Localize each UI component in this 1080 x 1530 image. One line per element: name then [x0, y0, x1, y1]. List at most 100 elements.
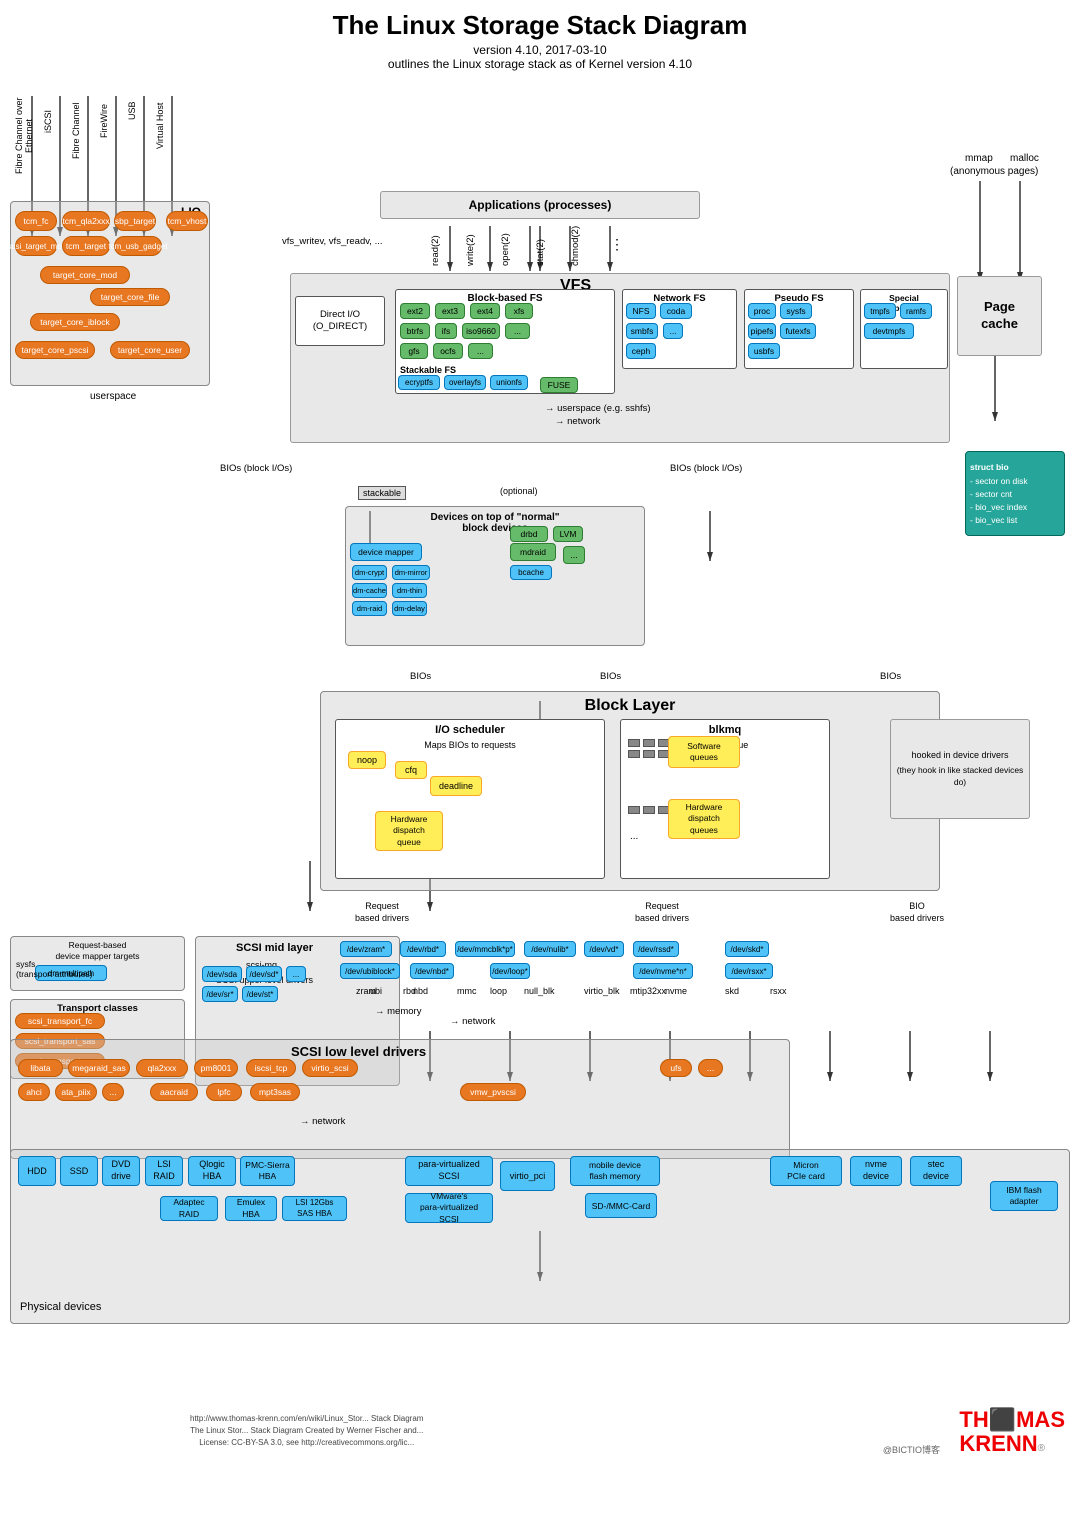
tcm-vhost: tcm_vhost [166, 211, 208, 231]
applications-box: Applications (processes) [380, 191, 700, 219]
tcm-target: tcm_target [62, 236, 110, 256]
subtitle: version 4.10, 2017-03-10 outlines the Li… [10, 43, 1070, 71]
label-write: write(2) [465, 226, 476, 266]
label-memory-arrow: → memory [375, 1006, 421, 1017]
dev-st-star: /dev/st* [242, 986, 278, 1002]
target-core-mod: target_core_mod [40, 266, 130, 284]
label-req-based-right: Requestbased drivers [635, 901, 689, 924]
dev-loop-star: /dev/loop* [490, 963, 530, 979]
label-loop: loop [490, 986, 507, 996]
label-network-scsi: → network [300, 1116, 345, 1127]
label-dots-syscalls: ⋮ [610, 236, 624, 253]
qla2xxx: qla2xxx [136, 1059, 188, 1077]
dev-ubiblock-star: /dev/ubiblock* [340, 963, 400, 979]
mobile-flash-memory: mobile deviceflash memory [570, 1156, 660, 1186]
xfs: xfs [505, 303, 533, 319]
label-fibre-channel: Fibre Channel [71, 81, 91, 181]
gfs: gfs [400, 343, 428, 359]
label-bio-based: BIObased drivers [890, 901, 944, 924]
ata-piix: ata_piix [55, 1083, 97, 1101]
ocfs: ocfs [433, 343, 463, 359]
cfq: cfq [395, 761, 427, 779]
label-mtip32xx: mtip32xx [630, 986, 666, 996]
dots-dm: ... [563, 546, 585, 564]
label-userspace-vfs: → userspace (e.g. sshfs) [545, 403, 651, 414]
ramfs: ramfs [900, 303, 932, 319]
dots-scsi: ... [286, 966, 306, 982]
label-virtual-host: Virtual Host [155, 81, 175, 171]
dvd-drive: DVDdrive [102, 1156, 140, 1186]
dev-zram-star: /dev/zram* [340, 941, 392, 957]
para-virt-scsi: para-virtualizedSCSI [405, 1156, 493, 1186]
label-skd: skd [725, 986, 739, 996]
target-core-iblock: target_core_iblock [30, 313, 120, 331]
dots2-fs: ... [468, 343, 493, 359]
hdd: HDD [18, 1156, 56, 1186]
hw-dispatch-queues: Hardwaredispatchqueues [668, 799, 740, 839]
label-vfs-writev: vfs_writev, vfs_readv, ... [282, 236, 382, 247]
device-mapper: device mapper [350, 543, 422, 561]
aacraid: aacraid [150, 1083, 198, 1101]
req-device-mapper-box: Request-baseddevice mapper targets [10, 936, 185, 991]
nvme-device: nvmedevice [850, 1156, 902, 1186]
struct-bio-box: struct bio - sector on disk - sector cnt… [965, 451, 1065, 536]
dm-thin: dm-thin [392, 583, 427, 598]
ufs: ufs [660, 1059, 692, 1077]
software-queues: Softwarequeues [668, 736, 740, 768]
ecryptfs: ecryptfs [398, 375, 440, 390]
label-nbd: nbd [413, 986, 428, 996]
usbfs: usbfs [748, 343, 780, 359]
tcm-qla2xxx: tcm_qla2xxx [62, 211, 110, 231]
ext3: ext3 [435, 303, 465, 319]
hw-queues-visual [628, 806, 670, 814]
label-stat: stat(2) [535, 226, 546, 266]
virtio-scsi: virtio_scsi [302, 1059, 358, 1077]
sw-queues-visual [628, 739, 670, 758]
mdraid: mdraid [510, 543, 556, 561]
ifs: ifs [435, 323, 457, 339]
label-open: open(2) [500, 226, 511, 266]
sbp-target: sbp_target [114, 211, 156, 231]
dev-sda: /dev/sda [202, 966, 242, 982]
ext4: ext4 [470, 303, 500, 319]
label-malloc: malloc [1010, 153, 1039, 164]
ahci: ahci [18, 1083, 50, 1101]
nfs: NFS [626, 303, 656, 319]
direct-io-box: Direct I/O(O_DIRECT) [295, 296, 385, 346]
ceph: ceph [626, 343, 656, 359]
dev-sd-star: /dev/sd* [246, 966, 282, 982]
dm-delay: dm-delay [392, 601, 427, 616]
unionfs: unionfs [490, 375, 528, 390]
noop: noop [348, 751, 386, 769]
deadline: deadline [430, 776, 482, 796]
label-ubi: ubi [370, 986, 382, 996]
watermark: @BICTIO博客 [883, 1443, 940, 1456]
label-bios-blocklayer-far: BIOs [880, 671, 901, 682]
page-wrapper: The Linux Storage Stack Diagram version … [0, 0, 1080, 1481]
label-null-blk: null_blk [524, 986, 555, 996]
dev-mmcblk-star: /dev/mmcblk*p* [455, 941, 515, 957]
label-network-arrow: → network [450, 1016, 495, 1027]
fuse: FUSE [540, 377, 578, 393]
dotdot-fs: ... [505, 323, 530, 339]
diagram: Fibre Channel over Ethernet iSCSI Fibre … [10, 81, 1070, 1461]
vmwares-para-virt-scsi: VMware'spara-virtualizedSCSI [405, 1193, 493, 1223]
label-bios-blocklayer-left: BIOs [410, 671, 431, 682]
dev-vd-star: /dev/vd* [584, 941, 624, 957]
label-optional: (optional) [500, 486, 538, 496]
target-core-user: target_core_user [110, 341, 190, 359]
dm-mirror: dm-mirror [392, 565, 430, 580]
lvm: LVM [553, 526, 583, 542]
dots-queues: ... [630, 831, 638, 842]
label-userspace-lio: userspace [90, 391, 136, 402]
label-mmap2: mmap [965, 153, 993, 164]
iscsi-tcp: iscsi_tcp [246, 1059, 296, 1077]
qlogic-hba: QlogicHBA [188, 1156, 236, 1186]
sd-mmc-card: SD-/MMC-Card [585, 1193, 657, 1218]
tmpfs: tmpfs [864, 303, 896, 319]
dots-scsi-ll: ... [698, 1059, 723, 1077]
adaptec-raid: AdaptecRAID [160, 1196, 218, 1221]
lsi-raid: LSIRAID [145, 1156, 183, 1186]
page-cache-box: Page cache [957, 276, 1042, 356]
vmw-pvscsi: vmw_pvscsi [460, 1083, 526, 1101]
